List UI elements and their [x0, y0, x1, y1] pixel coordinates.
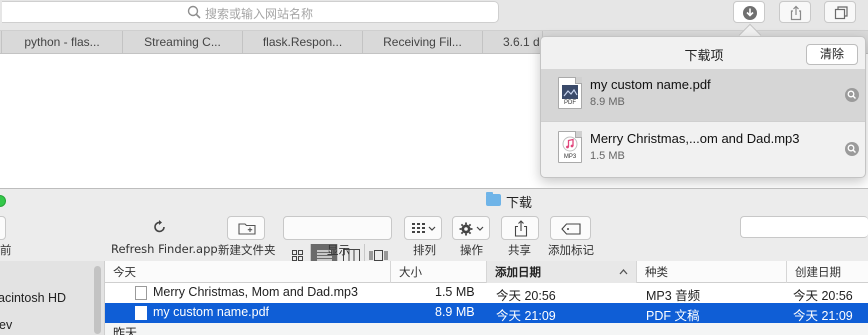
download-name: my custom name.pdf: [590, 77, 711, 92]
grid-icon: [292, 250, 303, 261]
file-kind: MP3 音频: [646, 289, 701, 303]
column-header-name[interactable]: 今天: [105, 261, 391, 283]
tab-receiving-files[interactable]: Receiving Fil...: [363, 31, 483, 54]
sort-ascending-icon: [619, 269, 628, 275]
clear-downloads-button[interactable]: 清除: [806, 44, 858, 65]
file-created: 今天 20:56: [793, 289, 853, 303]
tag-icon: [561, 223, 581, 235]
divider: [541, 121, 865, 122]
add-tags-button[interactable]: [550, 216, 591, 240]
download-item-pdf[interactable]: PDF my custom name.pdf 8.9 MB: [541, 69, 865, 121]
folder-icon: [486, 192, 501, 206]
zoom-window-button[interactable]: [0, 195, 6, 207]
back-label: 前: [0, 243, 12, 257]
file-date-added: 今天 20:56: [496, 289, 556, 303]
back-button[interactable]: [0, 216, 6, 240]
downloads-popover: 下载项 清除 PDF my custom name.pdf 8.9 MB MP3…: [540, 36, 866, 178]
safari-toolbar: 搜索或输入网站名称: [0, 0, 868, 31]
column-header-size[interactable]: 大小: [391, 261, 487, 283]
column-header-date-added[interactable]: 添加日期: [487, 261, 637, 283]
tab-docs[interactable]: 3.6.1 do: [483, 31, 543, 54]
file-size: 8.9 MB: [435, 305, 475, 319]
arrange-label: 排列: [413, 243, 436, 257]
download-item-mp3[interactable]: MP3 Merry Christmas,...om and Dad.mp3 1.…: [541, 123, 865, 175]
finder-window: 下载 前 Refresh Finder.app 新建文件夹 显示 排列 操作 共…: [0, 188, 868, 335]
tab-python-flask[interactable]: python - flas...: [2, 31, 123, 54]
arrange-icon: [412, 223, 436, 233]
file-date-added: 今天 21:09: [496, 309, 556, 323]
finder-sidebar: acintosh HD ev: [0, 261, 104, 335]
column-header-kind[interactable]: 种类: [637, 261, 787, 283]
tabs-overview-icon: [834, 6, 848, 20]
address-bar[interactable]: 搜索或输入网站名称: [2, 1, 499, 23]
file-created: 今天 21:09: [793, 309, 853, 323]
finder-search-field[interactable]: [740, 216, 868, 238]
table-row[interactable]: my custom name.pdf 8.9 MB 今天 21:09 PDF 文…: [105, 303, 868, 323]
file-name: Merry Christmas, Mom and Dad.mp3: [153, 285, 358, 299]
pdf-file-icon: PDF: [558, 77, 582, 109]
download-icon: [743, 6, 757, 20]
show-tabs-button[interactable]: [824, 1, 856, 23]
file-name: my custom name.pdf: [153, 305, 270, 319]
download-size: 8.9 MB: [590, 96, 625, 108]
mp3-file-icon: [135, 286, 147, 300]
share-button[interactable]: [779, 1, 811, 23]
arrange-button[interactable]: [404, 216, 442, 240]
tags-label: 添加标记: [548, 243, 594, 257]
reveal-in-finder-icon[interactable]: [845, 88, 859, 102]
file-list: 今天 大小 添加日期 种类 创建日期 Merry Christmas, Mom …: [104, 261, 868, 335]
share-label: 共享: [508, 243, 531, 257]
action-button[interactable]: [452, 216, 490, 240]
refresh-icon[interactable]: [153, 220, 167, 234]
new-folder-label: 新建文件夹: [218, 243, 276, 257]
file-size: 1.5 MB: [435, 285, 475, 299]
sidebar-item-dev[interactable]: ev: [0, 318, 12, 332]
action-label: 操作: [460, 243, 483, 257]
list-header: 今天 大小 添加日期 种类 创建日期: [105, 261, 868, 283]
tab-streaming[interactable]: Streaming C...: [123, 31, 243, 54]
share-icon: [514, 220, 528, 237]
tab-flask-response[interactable]: flask.Respon...: [243, 31, 363, 54]
sidebar-scrollbar[interactable]: [94, 266, 101, 334]
search-icon: [187, 5, 201, 19]
view-mode-control: [283, 216, 392, 268]
new-folder-button[interactable]: [227, 216, 265, 240]
pdf-file-icon: [135, 306, 147, 320]
new-folder-icon: [238, 223, 256, 235]
download-size: 1.5 MB: [590, 150, 625, 162]
column-header-created[interactable]: 创建日期: [787, 261, 868, 283]
view-label: 显示: [327, 243, 350, 257]
file-kind: PDF 文稿: [646, 309, 700, 323]
sidebar-item-macintosh-hd[interactable]: acintosh HD: [0, 291, 66, 305]
group-header-yesterday: 昨天: [105, 323, 868, 335]
mp3-file-icon: MP3: [558, 131, 582, 163]
share-icon: [790, 5, 802, 21]
finder-share-button[interactable]: [501, 216, 539, 240]
refresh-finder-label: Refresh Finder.app: [111, 242, 218, 256]
reveal-in-finder-icon[interactable]: [845, 142, 859, 156]
downloads-button[interactable]: [733, 1, 765, 23]
table-row[interactable]: Merry Christmas, Mom and Dad.mp3 1.5 MB …: [105, 283, 868, 303]
download-name: Merry Christmas,...om and Dad.mp3: [590, 131, 800, 146]
address-placeholder: 搜索或输入网站名称: [205, 7, 314, 21]
gear-icon: [459, 222, 484, 236]
